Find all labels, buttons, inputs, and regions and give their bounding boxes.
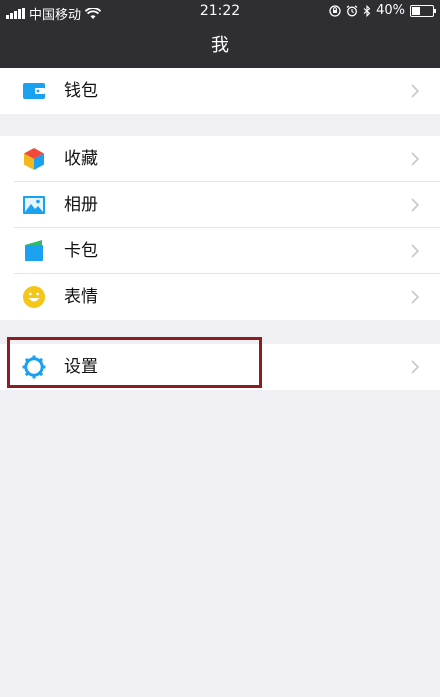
chevron-right-icon [411, 152, 420, 166]
status-bar: 中国移动 21:22 40% [0, 0, 440, 24]
rotation-lock-icon [329, 4, 341, 17]
row-emoji[interactable]: 表情 [0, 274, 440, 320]
favorites-cube-icon [24, 148, 44, 170]
battery-icon [410, 4, 436, 17]
status-right: 40% [329, 3, 436, 18]
battery-fill [412, 6, 420, 15]
wallet-icon [23, 83, 45, 99]
row-label: 表情 [64, 287, 98, 307]
chevron-right-icon [411, 244, 420, 258]
row-label: 卡包 [64, 241, 98, 261]
card-pack-icon [25, 240, 43, 261]
battery-percent: 40% [376, 3, 405, 18]
photo-album-icon [23, 196, 45, 214]
row-favorites[interactable]: 收藏 [0, 136, 440, 182]
chevron-right-icon [411, 198, 420, 212]
row-card-pack[interactable]: 卡包 [0, 228, 440, 274]
highlight-box [7, 337, 262, 388]
chevron-right-icon [411, 290, 420, 304]
row-label: 收藏 [64, 149, 98, 169]
row-album[interactable]: 相册 [0, 182, 440, 228]
alarm-icon [346, 4, 358, 16]
row-label: 相册 [64, 195, 98, 215]
row-label: 钱包 [64, 81, 98, 101]
row-wallet[interactable]: 钱包 [0, 68, 440, 114]
wallet-group: 钱包 [0, 68, 440, 114]
chevron-right-icon [411, 360, 420, 374]
features-group: 收藏 相册 卡包 表情 [0, 136, 440, 320]
nav-title: 我 [0, 24, 440, 68]
chevron-right-icon [411, 84, 420, 98]
bluetooth-icon [363, 4, 371, 17]
emoji-smiley-icon [23, 286, 45, 308]
